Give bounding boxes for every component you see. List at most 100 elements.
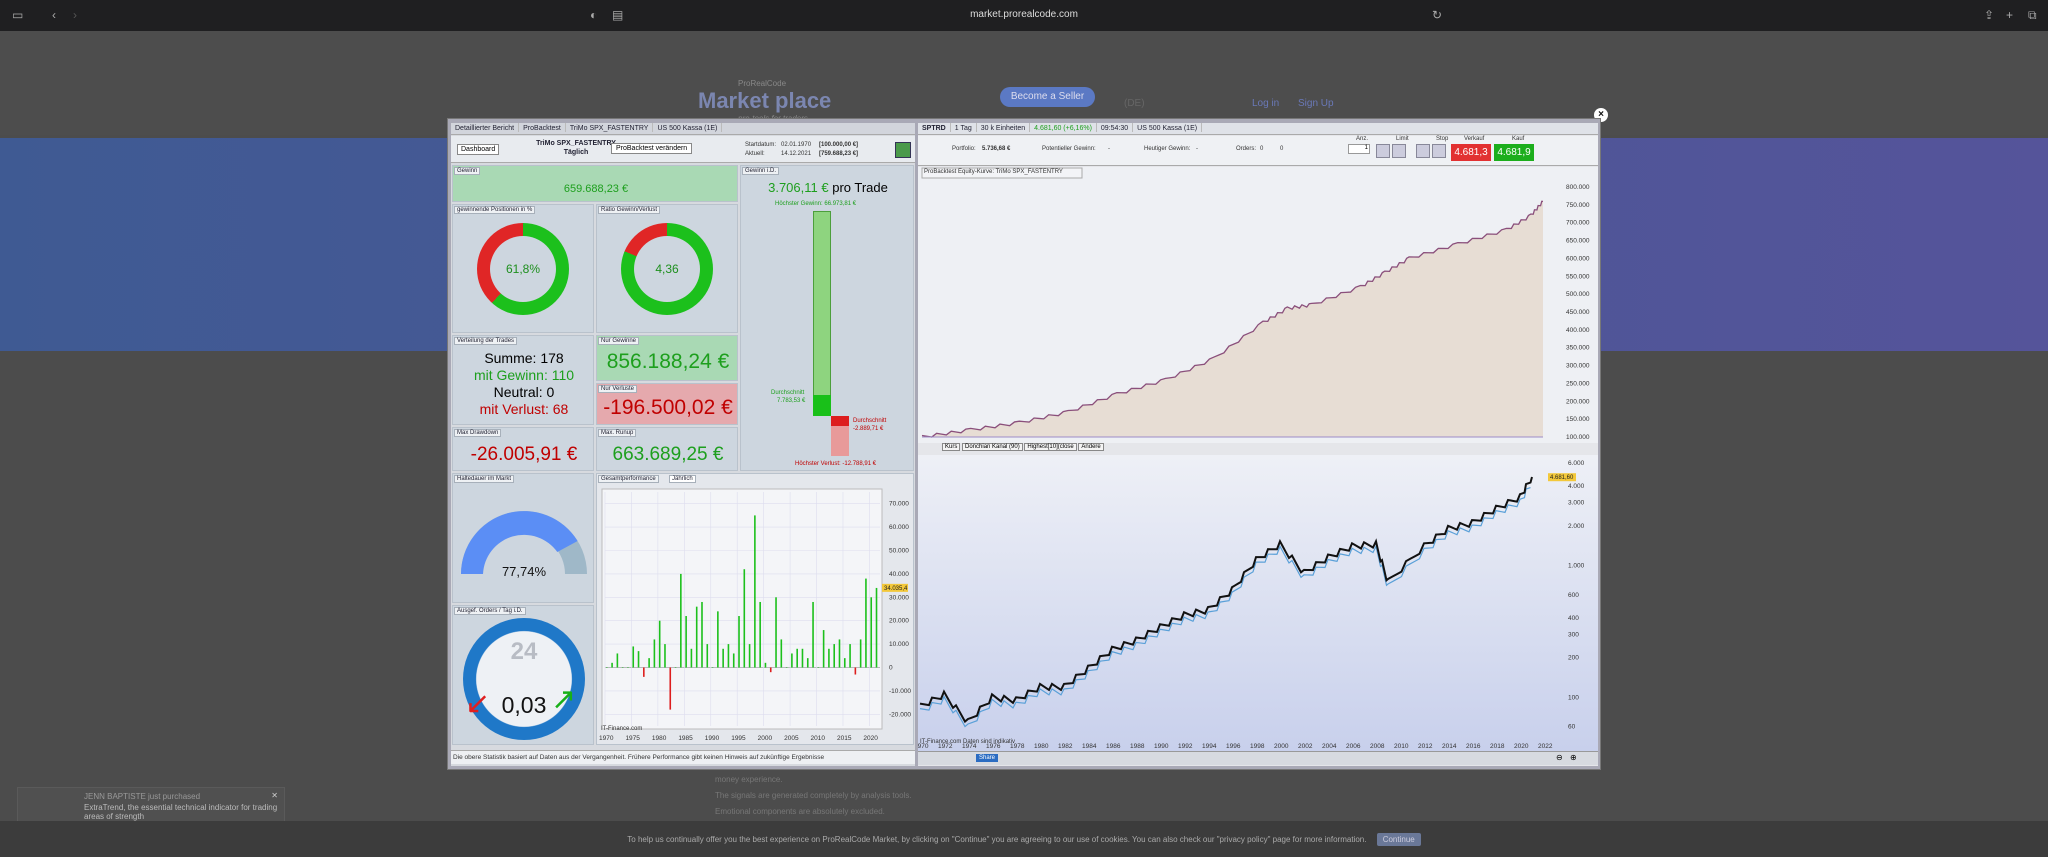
- win-donut: 61,8%: [477, 223, 569, 315]
- tab-instrument[interactable]: US 500 Kassa (1E): [653, 123, 723, 132]
- site-logo[interactable]: ProRealCode Market place pro-tools for t…: [698, 79, 838, 123]
- tab-donchian[interactable]: Donchian Kanal (90): [962, 443, 1023, 451]
- dashboard-select[interactable]: Dashboard: [457, 144, 500, 155]
- stop-buy-icon[interactable]: [1416, 144, 1430, 158]
- haltedauer-gauge: [461, 511, 587, 574]
- ratio-donut-value: 4,36: [634, 236, 700, 302]
- start-value: [100.000,00 €]: [819, 142, 859, 148]
- runup-label: Max. Runup: [598, 429, 637, 437]
- tab-highest[interactable]: Highest[10](close: [1024, 443, 1077, 451]
- share-button[interactable]: Share: [976, 754, 999, 762]
- tab-probacktest[interactable]: ProBacktest: [519, 123, 566, 132]
- y-tick-label: 60: [1568, 724, 1576, 731]
- performance-bar: [653, 639, 656, 668]
- performance-bar: [695, 606, 698, 668]
- haltedauer-panel: Haltedauer im Markt 77,74%: [452, 473, 594, 603]
- avg-gain-bar: [813, 395, 831, 416]
- sell-button[interactable]: 4.681,3: [1451, 144, 1491, 161]
- y-tick-label: 6.000: [1568, 460, 1585, 467]
- continue-button[interactable]: Continue: [1376, 833, 1421, 846]
- performance-bar: [843, 658, 846, 668]
- y-tick-label: 550.000: [1566, 273, 1590, 280]
- performance-bar: [828, 648, 830, 668]
- tab-kurs[interactable]: Kurs: [942, 443, 961, 451]
- tab-instrument[interactable]: US 500 Kassa (1E): [1133, 123, 1203, 132]
- signup-link[interactable]: Sign Up: [1298, 98, 1334, 109]
- y-tick-label: 400.000: [1566, 327, 1590, 334]
- change-backtest-button[interactable]: ProBacktest verändern: [611, 143, 693, 154]
- performance-source: IT-Finance.com: [601, 726, 643, 732]
- stop-sell-icon[interactable]: [1432, 144, 1446, 158]
- gewinn-value: 659.688,23 €: [563, 183, 629, 195]
- limit-buy-icon[interactable]: [1376, 144, 1390, 158]
- x-tick-label: 1986: [1106, 743, 1121, 750]
- x-tick-label: 1988: [1130, 743, 1145, 750]
- share-icon[interactable]: ⇪: [1984, 8, 1994, 22]
- y-tick-label: 1.000: [1568, 563, 1585, 570]
- qty-input[interactable]: 1: [1348, 144, 1370, 154]
- x-tick-label: 2018: [1490, 743, 1505, 750]
- tab-symbol[interactable]: SPTRD: [918, 123, 951, 132]
- reader-icon[interactable]: ▤: [612, 8, 623, 22]
- y-tick-label: 600.000: [1566, 255, 1590, 262]
- x-tick-label: 2012: [1418, 743, 1433, 750]
- reload-icon[interactable]: ↻: [1432, 8, 1442, 22]
- x-tick-label: 1994: [1202, 743, 1217, 750]
- zoom-out-icon[interactable]: ⊖: [1556, 753, 1563, 762]
- tab-system[interactable]: TriMo SPX_FASTENTRY: [566, 123, 654, 132]
- y-tick-label: 100: [1568, 694, 1579, 701]
- performance-chart: 70.000 60.000 50.000 40.000 30.000 20.000 10.0…: [599, 488, 911, 742]
- tab-units[interactable]: 30 k Einheiten: [977, 123, 1031, 132]
- performance-bar: [690, 648, 693, 668]
- y-tick-label: 2.000: [1568, 523, 1585, 530]
- y-tick-label: 20.000: [889, 618, 909, 625]
- now-value: [759.688,23 €]: [819, 151, 859, 157]
- currency-select[interactable]: (DE): [1124, 98, 1145, 109]
- y-tick-label: 450.000: [1566, 309, 1590, 316]
- y-tick-label: 60.000: [889, 524, 909, 531]
- ratio-label: Ratio Gewinn/Verlust: [598, 206, 661, 214]
- buy-label: Kauf: [1512, 136, 1525, 142]
- order-bar: Portfolio: 5.736,68 € Potentieller Gewin…: [918, 136, 1598, 166]
- nur-verluste-panel: Nur Verluste -196.500,02 €: [596, 383, 738, 425]
- forward-icon[interactable]: ›: [73, 8, 77, 22]
- performance-bar: [643, 667, 645, 677]
- buy-button[interactable]: 4.681,9: [1494, 144, 1534, 161]
- pro-trade-line: 3.706,11 € pro Trade: [741, 180, 915, 195]
- tab-period[interactable]: 1 Tag: [951, 123, 977, 132]
- login-link[interactable]: Log in: [1252, 98, 1279, 109]
- x-tick-label: 1998: [1250, 743, 1265, 750]
- performance-bar: [727, 644, 730, 668]
- tab-andere[interactable]: Andere: [1078, 443, 1104, 451]
- performance-bar: [611, 662, 613, 668]
- performance-bar: [769, 667, 772, 673]
- new-tab-icon[interactable]: +: [2006, 8, 2013, 22]
- sidebar-icon[interactable]: ▭: [12, 8, 23, 22]
- back-icon[interactable]: ‹: [52, 8, 56, 22]
- performance-bar: [764, 662, 767, 668]
- x-tick-label: 2010: [1394, 743, 1409, 750]
- close-icon[interactable]: ✕: [271, 791, 278, 800]
- avg-loss-label: Durchschnitt: [853, 418, 887, 424]
- x-tick-label: 1990: [1154, 743, 1169, 750]
- y-tick-label: 600: [1568, 592, 1579, 599]
- export-icon[interactable]: [895, 142, 911, 158]
- win-donut-value: 61,8%: [490, 236, 556, 302]
- clock-number: 24: [510, 638, 538, 665]
- performance-bar: [754, 515, 756, 668]
- x-tick-label: 2008: [1370, 743, 1385, 750]
- become-seller-button[interactable]: Become a Seller: [1000, 87, 1095, 107]
- tabs-overview-icon[interactable]: ⧉: [2028, 8, 2037, 23]
- y-tick-label: 40.000: [889, 571, 909, 578]
- mit-verlust: mit Verlust: 68: [479, 401, 569, 417]
- orders-label: Ausgef. Orders / Tag i.D.: [454, 607, 526, 615]
- performance-bar: [627, 667, 629, 668]
- url-bar[interactable]: market.prorealcode.com: [924, 9, 1124, 20]
- x-tick-label: 1975: [625, 735, 640, 742]
- tab-report[interactable]: Detaillierter Bericht: [451, 123, 520, 132]
- limit-sell-icon[interactable]: [1392, 144, 1406, 158]
- zoom-in-icon[interactable]: ⊕: [1570, 753, 1577, 762]
- neutral: Neutral: 0: [493, 384, 555, 400]
- x-tick-label: 1985: [678, 735, 693, 742]
- shield-icon[interactable]: ◐: [590, 8, 597, 22]
